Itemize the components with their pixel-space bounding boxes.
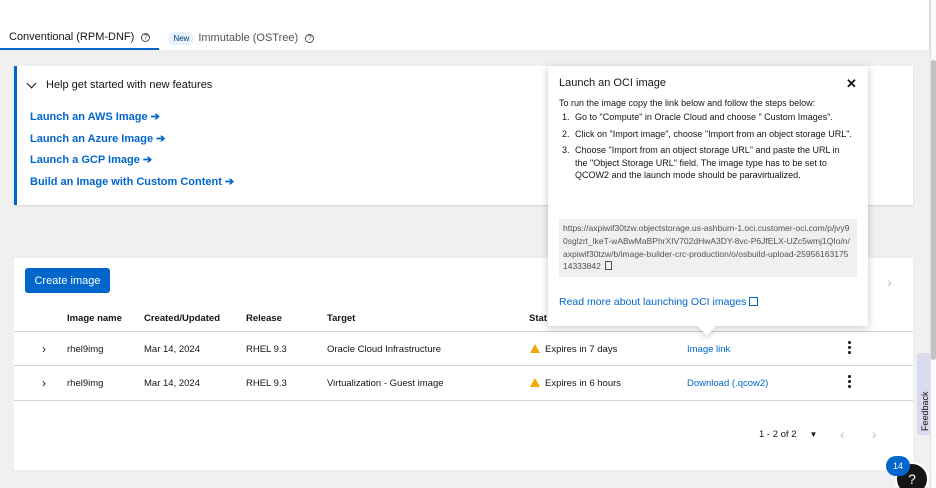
table-row: › rhel9img Mar 14, 2024 RHEL 9.3 Oracle … [14,331,913,366]
arrow-right-icon: ➔ [156,132,166,145]
list-item: 1. Go to "Compute" in Oracle Cloud and ch… [562,112,833,122]
link-azure[interactable]: Launch an Azure Image ➔ [30,132,234,154]
col-created[interactable]: Created/Updated [144,313,220,324]
help-heading: Help get started with new features [46,79,213,91]
link-gcp[interactable]: Launch a GCP Image ➔ [30,153,234,175]
oci-popover: Launch an OCI image ✕ To run the image c… [548,66,868,326]
expand-row-icon[interactable]: › [42,376,51,390]
read-more-label: Read more about launching OCI images [559,296,747,308]
step-text: Click on "Import image", choose "Import … [575,128,852,139]
created-date: Mar 14, 2024 [144,344,200,355]
tab-immutable[interactable]: New Immutable (OSTree) ? [159,26,323,50]
warning-icon [530,344,540,353]
popover-title: Launch an OCI image [559,77,667,89]
chevron-down-icon [26,78,37,89]
notification-badge[interactable]: 14 [886,456,910,476]
create-image-button[interactable]: Create image [25,268,110,293]
arrow-right-icon: ➔ [142,154,153,166]
close-icon[interactable]: ✕ [846,76,857,92]
url-code-box[interactable]: https://axpiwif30tzw.objectstorage.us-as… [559,219,857,277]
caret-down-icon: ▼ [809,430,818,439]
release: RHEL 9.3 [246,344,287,355]
release: RHEL 9.3 [246,378,287,389]
help-toggle[interactable]: Help get started with new features [26,78,213,91]
kebab-menu-icon[interactable] [846,374,852,390]
feedback-label: Feedback [920,391,930,431]
col-image-name[interactable]: Image name [67,313,122,324]
external-link-icon [749,297,759,306]
new-badge: New [168,31,195,45]
status: Expires in 6 hours [530,378,621,389]
target: Virtualization - Guest image [327,378,444,389]
download-link[interactable]: Download (.qcow2) [687,378,768,389]
top-bar: Conventional (RPM-DNF) ? New Immutable (… [0,0,930,50]
scrollbar-thumb[interactable] [931,60,936,360]
step-text: Choose "Import from an object storage UR… [575,145,840,180]
col-release[interactable]: Release [246,313,282,324]
chevron-left-icon[interactable]: ‹ [840,426,845,442]
target: Oracle Cloud Infrastructure [327,344,442,355]
tab-conventional[interactable]: Conventional (RPM-DNF) ? [0,26,160,50]
link-azure-label: Launch an Azure Image [30,132,154,145]
help-icon[interactable]: ? [305,33,315,43]
status-text: Expires in 7 days [545,344,618,355]
read-more-link[interactable]: Read more about launching OCI images [559,296,759,308]
link-custom-content-label: Build an Image with Custom Content [30,175,222,188]
status: Expires in 7 days [530,344,617,355]
pagination-toggle[interactable]: 1 - 2 of 2 ▼ [759,429,817,440]
table-row: › rhel9img Mar 14, 2024 RHEL 9.3 Virtual… [14,366,913,401]
image-name: rhel9img [67,344,104,355]
expand-row-icon[interactable]: › [42,342,51,356]
image-name: rhel9img [67,378,104,389]
popover-intro: To run the image copy the link below and… [559,98,816,108]
link-aws-label: Launch an AWS Image [30,111,148,123]
chevron-right-icon[interactable]: › [887,274,892,290]
list-item: 3. Choose "Import from an object storage … [562,144,854,182]
link-aws[interactable]: Launch an AWS Image ➔ [30,110,234,132]
created-date: Mar 14, 2024 [144,378,200,389]
arrow-right-icon: ➔ [150,111,160,123]
help-icon[interactable]: ? [141,32,151,42]
popover-steps: 1. Go to "Compute" in Oracle Cloud and ch… [562,111,854,186]
kebab-menu-icon[interactable] [846,340,852,356]
chevron-right-icon[interactable]: › [872,426,877,442]
pagination-range: 1 - 2 of 2 [759,429,797,440]
tab-immutable-label: Immutable (OSTree) [198,32,299,44]
tabs: Conventional (RPM-DNF) ? New Immutable (… [0,26,323,50]
warning-icon [530,378,540,387]
link-custom-content[interactable]: Build an Image with Custom Content ➔ [30,175,234,197]
help-links: Launch an AWS Image ➔ Launch an Azure Ima… [30,110,234,196]
col-status[interactable]: Stat [529,313,547,324]
tab-conventional-label: Conventional (RPM-DNF) [9,31,135,43]
status-text: Expires in 6 hours [545,378,622,389]
copy-icon[interactable] [604,261,612,271]
step-text: Go to "Compute" in Oracle Cloud and choo… [575,112,833,122]
list-item: 2. Click on "Import image", choose "Impor… [562,128,852,139]
arrow-right-icon: ➔ [224,175,235,188]
col-target[interactable]: Target [327,313,355,324]
link-gcp-label: Launch a GCP Image [30,154,140,166]
image-link[interactable]: Image link [687,344,730,355]
